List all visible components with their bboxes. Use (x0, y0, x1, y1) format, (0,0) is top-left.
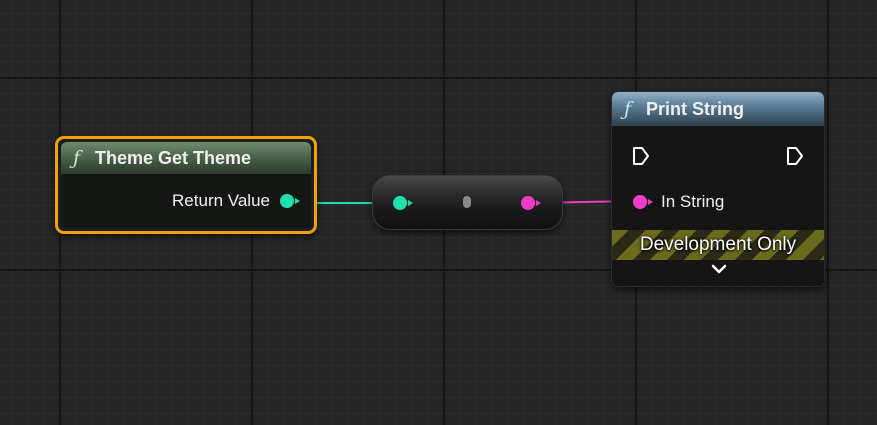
chevron-down-icon[interactable] (709, 262, 729, 278)
development-only-banner: Development Only (612, 230, 824, 260)
theme-get-theme-header[interactable]: ƒ Theme Get Theme (61, 142, 311, 174)
function-icon: ƒ (624, 98, 632, 120)
conversion-output-pin[interactable] (521, 196, 541, 210)
print-string-header[interactable]: ƒ Print String (612, 92, 824, 126)
return-value-pin[interactable] (280, 194, 300, 208)
node-title: Print String (646, 98, 744, 119)
return-value-label: Return Value (172, 191, 270, 210)
development-only-label: Development Only (639, 234, 797, 255)
exec-input-pin-icon[interactable] (632, 146, 650, 166)
conversion-indicator-icon (463, 196, 471, 208)
theme-get-theme-node[interactable]: ƒ Theme Get Theme Return Value (55, 136, 317, 234)
conversion-input-pin[interactable] (393, 196, 413, 210)
print-string-node[interactable]: ƒ Print String In String Development Onl… (611, 91, 825, 287)
function-icon: ƒ (73, 147, 81, 169)
in-string-pin[interactable] (633, 195, 653, 209)
in-string-label: In String (661, 192, 725, 211)
in-string-pin-row[interactable]: In String (633, 192, 724, 212)
return-value-pin-row[interactable]: Return Value (172, 191, 300, 211)
conversion-node[interactable] (372, 175, 563, 230)
exec-output-pin-icon[interactable] (786, 146, 804, 166)
node-title: Theme Get Theme (95, 147, 252, 168)
